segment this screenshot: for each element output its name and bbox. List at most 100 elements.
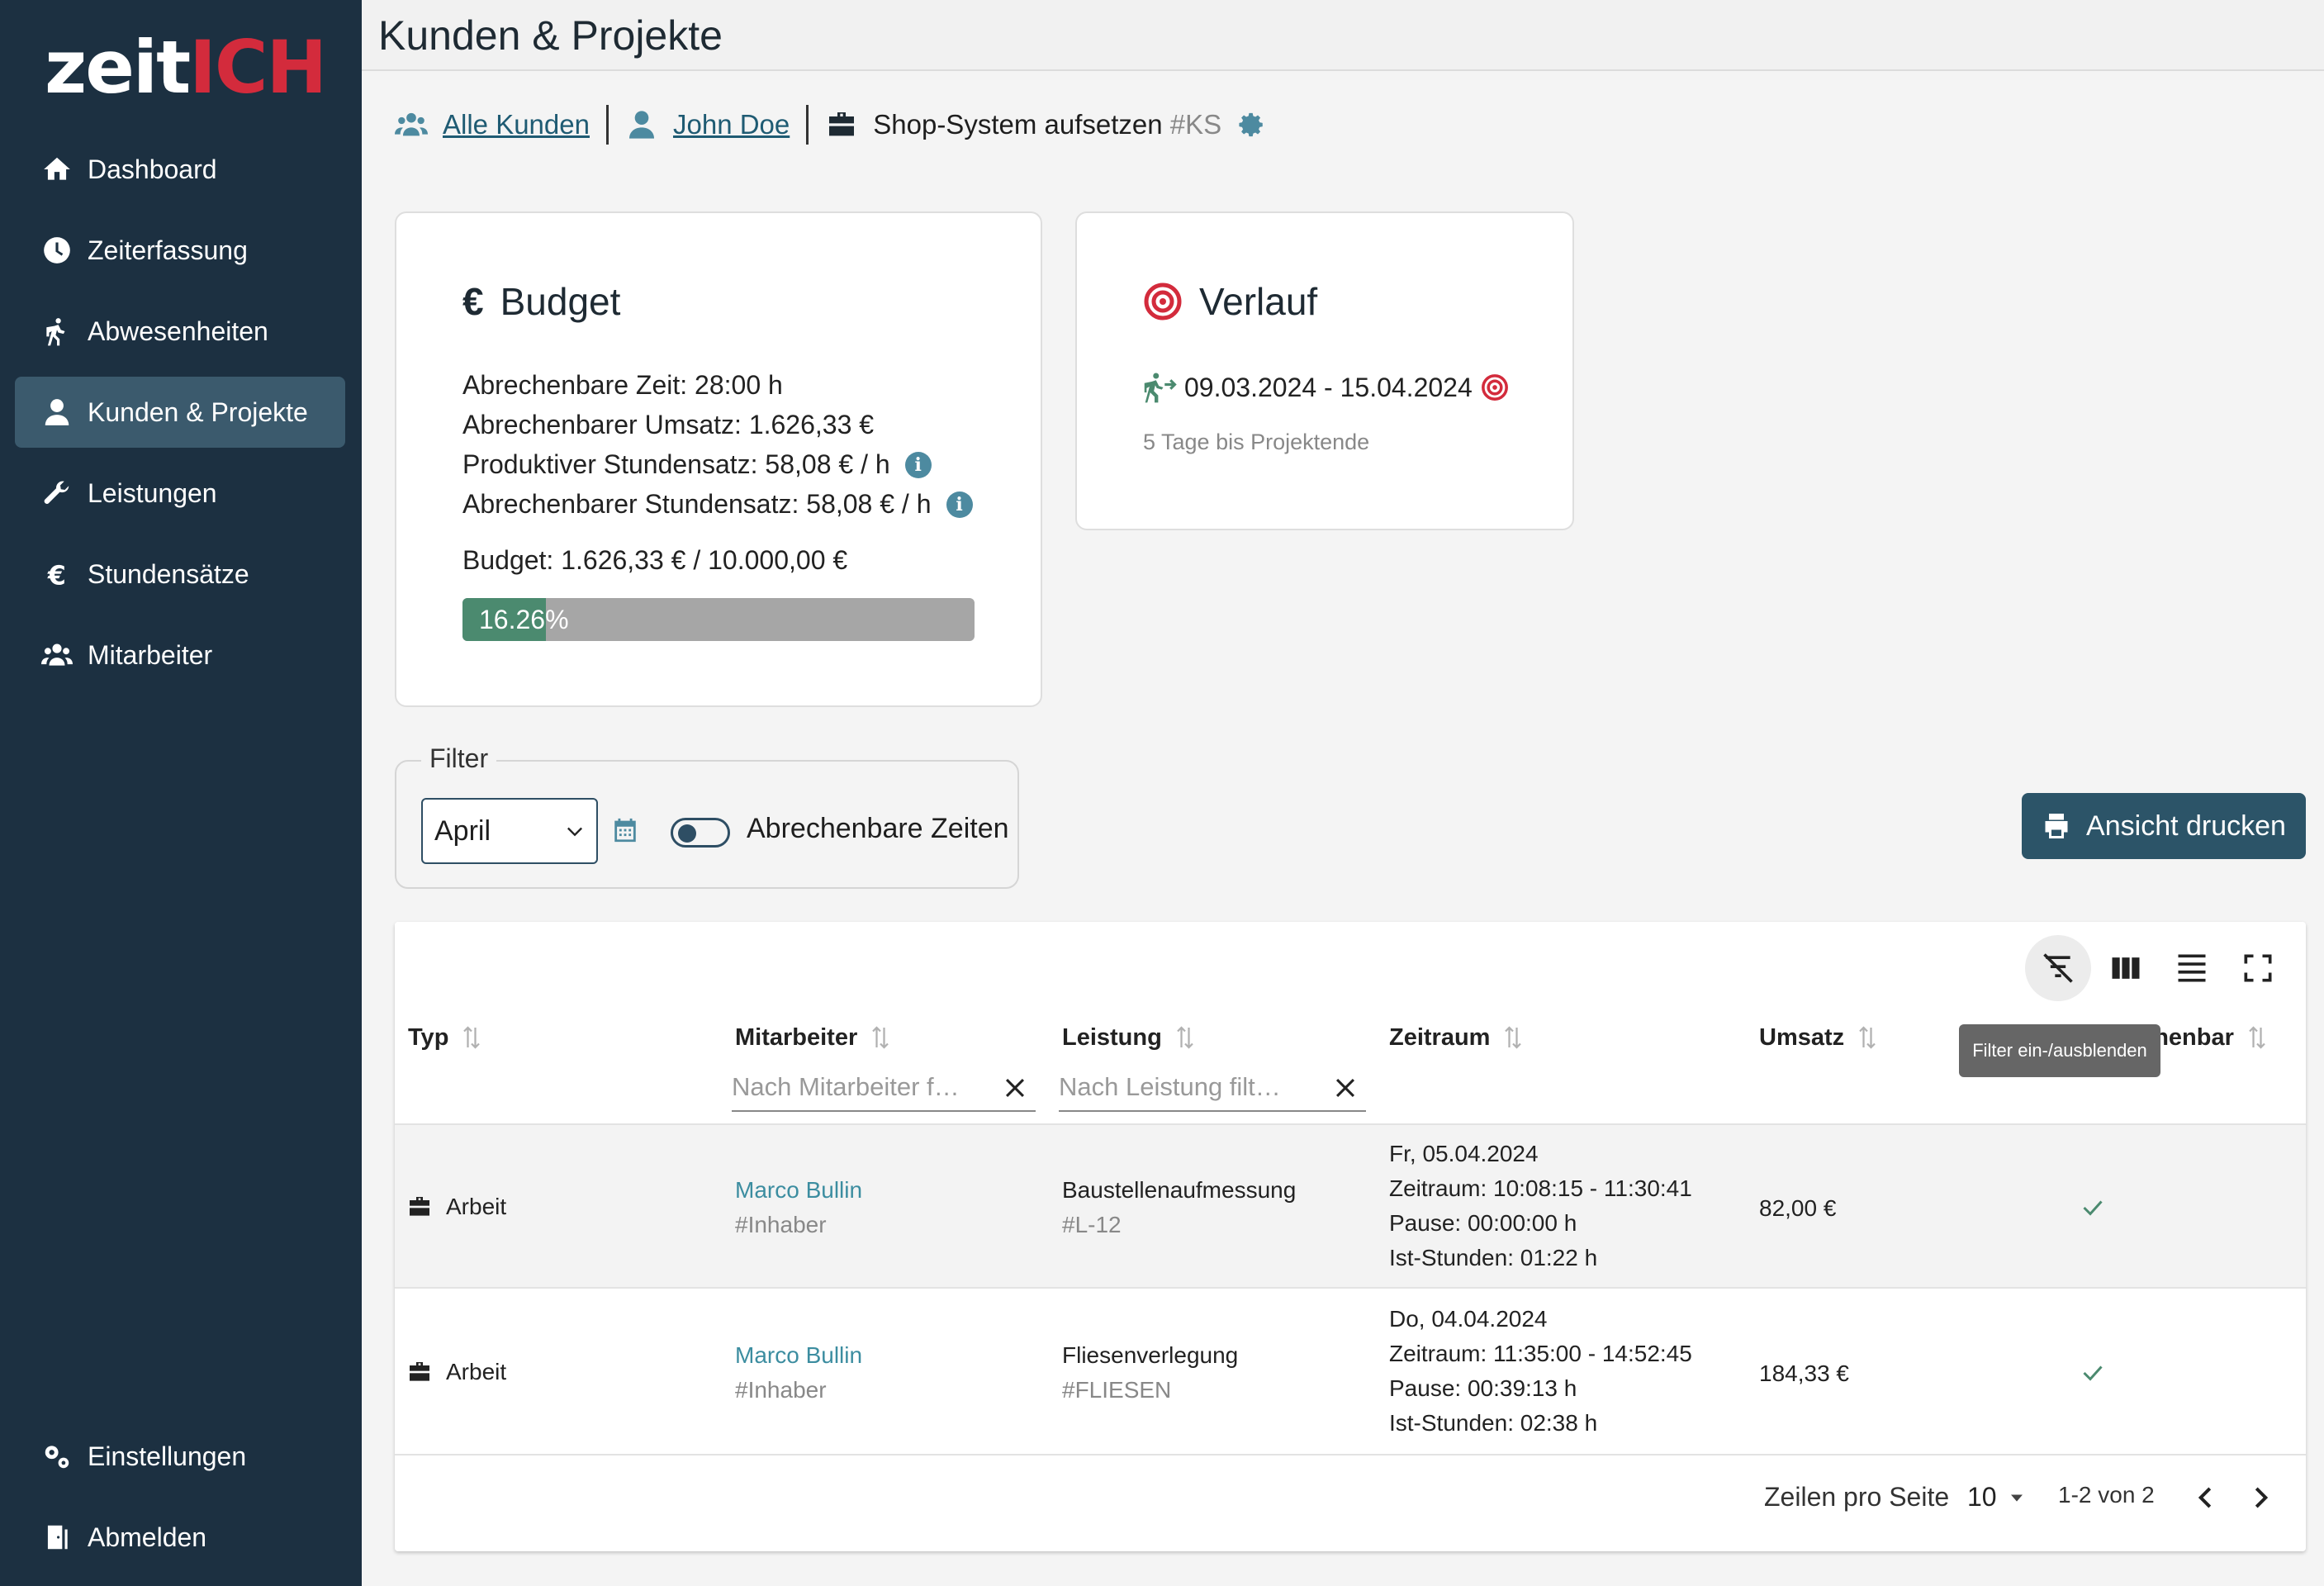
cell-umsatz: 184,33 € bbox=[1759, 1360, 1849, 1386]
home-icon bbox=[38, 154, 76, 185]
billable-toggle[interactable] bbox=[671, 818, 730, 848]
employee-link[interactable]: Marco Bullin bbox=[735, 1173, 862, 1208]
info-icon[interactable]: i bbox=[946, 491, 973, 518]
chevron-right-icon bbox=[2255, 1487, 2269, 1508]
billable-rate-text: Abrechenbarer Stundensatz: 58,08 € / h bbox=[462, 489, 932, 519]
rows-per-page-value: 10 bbox=[1967, 1482, 1997, 1512]
caret-down-icon bbox=[2010, 1494, 2023, 1502]
filter-toggle-button[interactable] bbox=[2025, 935, 2091, 1001]
sidebar-item-einstellungen[interactable]: Einstellungen bbox=[15, 1421, 345, 1492]
target-icon bbox=[1481, 374, 1508, 401]
month-select[interactable]: April bbox=[421, 798, 598, 864]
breadcrumb-link[interactable]: John Doe bbox=[673, 109, 790, 140]
entry-date: Fr, 05.04.2024 bbox=[1389, 1141, 1539, 1166]
entry-hours: Ist-Stunden: 01:22 h bbox=[1389, 1245, 1598, 1270]
mitarbeiter-filter-input[interactable]: Nach Mitarbeiter f… bbox=[732, 1064, 1036, 1112]
entry-hours: Ist-Stunden: 02:38 h bbox=[1389, 1410, 1598, 1436]
column-header-leistung[interactable]: Leistung bbox=[1062, 1023, 1197, 1052]
table-row[interactable]: Arbeit Marco Bullin #Inhaber Baustellena… bbox=[395, 1123, 2306, 1289]
column-header-mitarbeiter[interactable]: Mitarbeiter bbox=[735, 1023, 892, 1052]
breadcrumb-link[interactable]: Alle Kunden bbox=[443, 109, 590, 140]
column-header-typ[interactable]: Typ bbox=[408, 1023, 483, 1052]
prev-page-button[interactable] bbox=[2190, 1482, 2222, 1513]
column-label: Zeitraum bbox=[1389, 1023, 1491, 1051]
column-label: Leistung bbox=[1062, 1023, 1162, 1051]
sidebar-item-abmelden[interactable]: Abmelden bbox=[15, 1502, 345, 1573]
verlauf-title: Verlauf bbox=[1143, 279, 1317, 324]
clear-icon[interactable] bbox=[1001, 1074, 1029, 1102]
progress-label: 16.26% bbox=[479, 605, 569, 634]
sidebar-item-label: Einstellungen bbox=[88, 1441, 247, 1471]
employee-link[interactable]: Marco Bullin bbox=[735, 1338, 862, 1373]
sort-icon bbox=[1505, 1026, 1522, 1049]
briefcase-icon bbox=[829, 112, 855, 136]
project-code: #KS bbox=[1169, 109, 1222, 140]
project-date-range: 09.03.2024 - 15.04.2024 bbox=[1143, 370, 1509, 405]
column-header-umsatz[interactable]: Umsatz bbox=[1759, 1023, 1879, 1052]
print-button-label: Ansicht drucken bbox=[2086, 810, 2286, 842]
month-select-value: April bbox=[434, 814, 491, 847]
users-icon bbox=[395, 112, 428, 136]
sidebar-item-mitarbeiter[interactable]: Mitarbeiter bbox=[15, 620, 345, 691]
cell-umsatz: 82,00 € bbox=[1759, 1195, 1837, 1221]
info-icon[interactable]: i bbox=[904, 451, 932, 478]
service-name: Fliesenverlegung bbox=[1062, 1342, 1239, 1368]
clear-icon[interactable] bbox=[1331, 1074, 1359, 1102]
logo[interactable]: zeitICH bbox=[45, 25, 327, 110]
service-name: Baustellenaufmessung bbox=[1062, 1177, 1297, 1203]
sidebar-item-label: Abwesenheiten bbox=[88, 316, 268, 346]
days-remaining: 5 Tage bis Projektende bbox=[1143, 430, 1370, 454]
columns-icon bbox=[2112, 957, 2140, 979]
density-icon bbox=[2178, 954, 2206, 982]
gear-icon[interactable] bbox=[1238, 111, 1266, 139]
columns-button[interactable] bbox=[2093, 935, 2159, 1001]
date-range-text: 09.03.2024 - 15.04.2024 bbox=[1184, 372, 1473, 402]
target-icon bbox=[1144, 283, 1182, 321]
sidebar-item-kunden-projekte[interactable]: Kunden & Projekte bbox=[15, 377, 345, 448]
euro-icon: € bbox=[462, 280, 484, 323]
density-button[interactable] bbox=[2159, 935, 2225, 1001]
rows-per-page-select[interactable]: 10 bbox=[1967, 1482, 2028, 1512]
fullscreen-button[interactable] bbox=[2225, 935, 2291, 1001]
filter-tooltip: Filter ein-/ausblenden bbox=[1959, 1024, 2160, 1077]
sidebar-item-label: Stundensätze bbox=[88, 558, 249, 589]
table-row[interactable]: Arbeit Marco Bullin #Inhaber Fliesenverl… bbox=[395, 1290, 2306, 1455]
cell-zeitraum: Fr, 05.04.2024 Zeitraum: 10:08:15 - 11:3… bbox=[1389, 1137, 1692, 1275]
type-label: Arbeit bbox=[446, 1359, 507, 1384]
project-name: Shop-System aufsetzen bbox=[873, 109, 1163, 140]
sidebar-item-zeiterfassung[interactable]: Zeiterfassung bbox=[15, 215, 345, 286]
briefcase-icon bbox=[410, 1197, 429, 1216]
pagination-range: 1-2 von 2 bbox=[2058, 1482, 2155, 1508]
user-icon bbox=[38, 396, 76, 428]
cell-typ: Arbeit bbox=[406, 1355, 506, 1389]
print-button[interactable]: Ansicht drucken bbox=[2022, 793, 2306, 859]
breadcrumb-all-customers[interactable]: Alle Kunden bbox=[395, 108, 590, 141]
start-icon bbox=[1144, 373, 1177, 403]
breadcrumb-customer[interactable]: John Doe bbox=[625, 108, 790, 141]
cell-zeitraum: Do, 04.04.2024 Zeitraum: 11:35:00 - 14:5… bbox=[1389, 1302, 1692, 1441]
chevron-down-icon bbox=[567, 827, 582, 837]
service-code: #L-12 bbox=[1062, 1212, 1122, 1237]
productive-rate-text: Produktiver Stundensatz: 58,08 € / h bbox=[462, 449, 890, 479]
billable-toggle-label: Abrechenbare Zeiten bbox=[747, 813, 1009, 844]
breadcrumb-separator bbox=[806, 105, 809, 145]
sidebar-item-leistungen[interactable]: Leistungen bbox=[15, 458, 345, 529]
sidebar-item-stundensaetze[interactable]: € Stundensätze bbox=[15, 539, 345, 610]
calendar-icon[interactable] bbox=[611, 816, 639, 844]
next-page-button[interactable] bbox=[2245, 1482, 2276, 1513]
briefcase-icon bbox=[410, 1362, 429, 1381]
card-title-text: Verlauf bbox=[1199, 280, 1318, 323]
sort-icon bbox=[2249, 1026, 2265, 1049]
svg-text:€: € bbox=[47, 562, 66, 590]
budget-card: € Budget Abrechenbare Zeit: 28:00 h Abre… bbox=[395, 211, 1042, 707]
door-icon bbox=[38, 1522, 76, 1553]
column-header-zeitraum[interactable]: Zeitraum bbox=[1389, 1023, 1525, 1052]
verlauf-card: Verlauf 09.03.2024 - 15.04.2024 5 Tage b… bbox=[1075, 211, 1574, 530]
breadcrumb: Alle Kunden John Doe Shop-System aufsetz… bbox=[395, 102, 1266, 147]
sidebar: zeitICH Dashboard Zeiterfassung Abwesenh… bbox=[0, 0, 362, 1586]
filter-legend: Filter bbox=[421, 743, 497, 774]
sidebar-item-dashboard[interactable]: Dashboard bbox=[15, 134, 345, 205]
sidebar-item-abwesenheiten[interactable]: Abwesenheiten bbox=[15, 296, 345, 367]
leistung-filter-input[interactable]: Nach Leistung filt… bbox=[1059, 1064, 1366, 1112]
employee-role: #Inhaber bbox=[735, 1377, 827, 1403]
